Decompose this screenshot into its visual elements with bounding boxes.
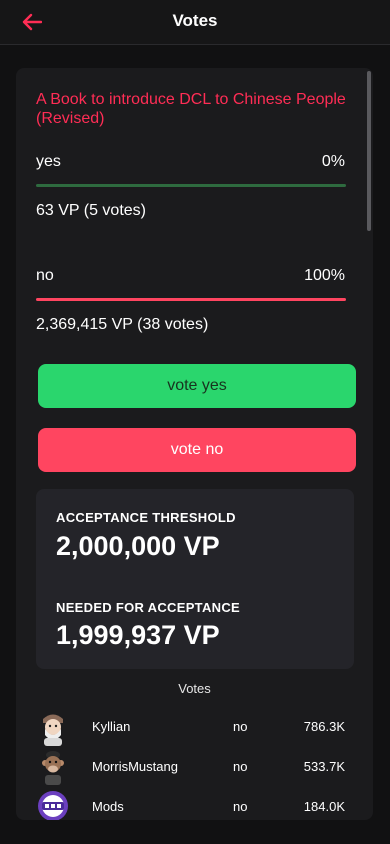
scrollbar[interactable]: [367, 71, 371, 231]
option-yes-label: yes: [36, 153, 61, 170]
voter-choice: no: [233, 759, 248, 774]
vote-no-button[interactable]: vote no: [38, 428, 356, 472]
option-no-bar: [36, 298, 346, 301]
acceptance-stats: ACCEPTANCE THRESHOLD 2,000,000 VP NEEDED…: [36, 489, 354, 669]
avatar: [42, 751, 64, 785]
option-yes-bar: [36, 184, 346, 187]
voter-vp: 184.0K: [303, 799, 345, 814]
needed-value: 1,999,937 VP: [56, 620, 220, 650]
threshold-value: 2,000,000 VP: [56, 531, 220, 561]
voter-choice: no: [233, 719, 248, 734]
page-title: Votes: [172, 11, 218, 30]
threshold-label: ACCEPTANCE THRESHOLD: [56, 510, 236, 525]
option-no-percent: 100%: [304, 267, 345, 284]
header-bar: Votes: [0, 0, 390, 45]
voter-row[interactable]: Mods no 184.0K: [16, 788, 373, 820]
voter-vp: 533.7K: [303, 759, 345, 774]
voter-row[interactable]: Kyllian no 786.3K: [16, 708, 373, 748]
option-yes-vp: 63 VP (5 votes): [36, 202, 146, 219]
proposal-title[interactable]: A Book to introduce DCL to Chinese Peopl…: [36, 90, 356, 128]
needed-label: NEEDED FOR ACCEPTANCE: [56, 600, 240, 615]
voter-name: Mods: [92, 799, 124, 814]
votes-card: A Book to introduce DCL to Chinese Peopl…: [16, 68, 373, 820]
option-no-vp: 2,369,415 VP (38 votes): [36, 316, 209, 333]
vote-yes-button[interactable]: vote yes: [38, 364, 356, 408]
voter-choice: no: [233, 799, 248, 814]
avatar: [38, 791, 68, 820]
voter-name: MorrisMustang: [92, 759, 178, 774]
option-yes-percent: 0%: [321, 153, 345, 170]
option-no-label: no: [36, 267, 54, 284]
voter-name: Kyllian: [92, 719, 131, 734]
voter-vp: 786.3K: [303, 719, 345, 734]
voter-row[interactable]: MorrisMustang no 533.7K: [16, 748, 373, 788]
votes-list-heading: Votes: [178, 681, 211, 696]
avatar: [43, 714, 63, 746]
